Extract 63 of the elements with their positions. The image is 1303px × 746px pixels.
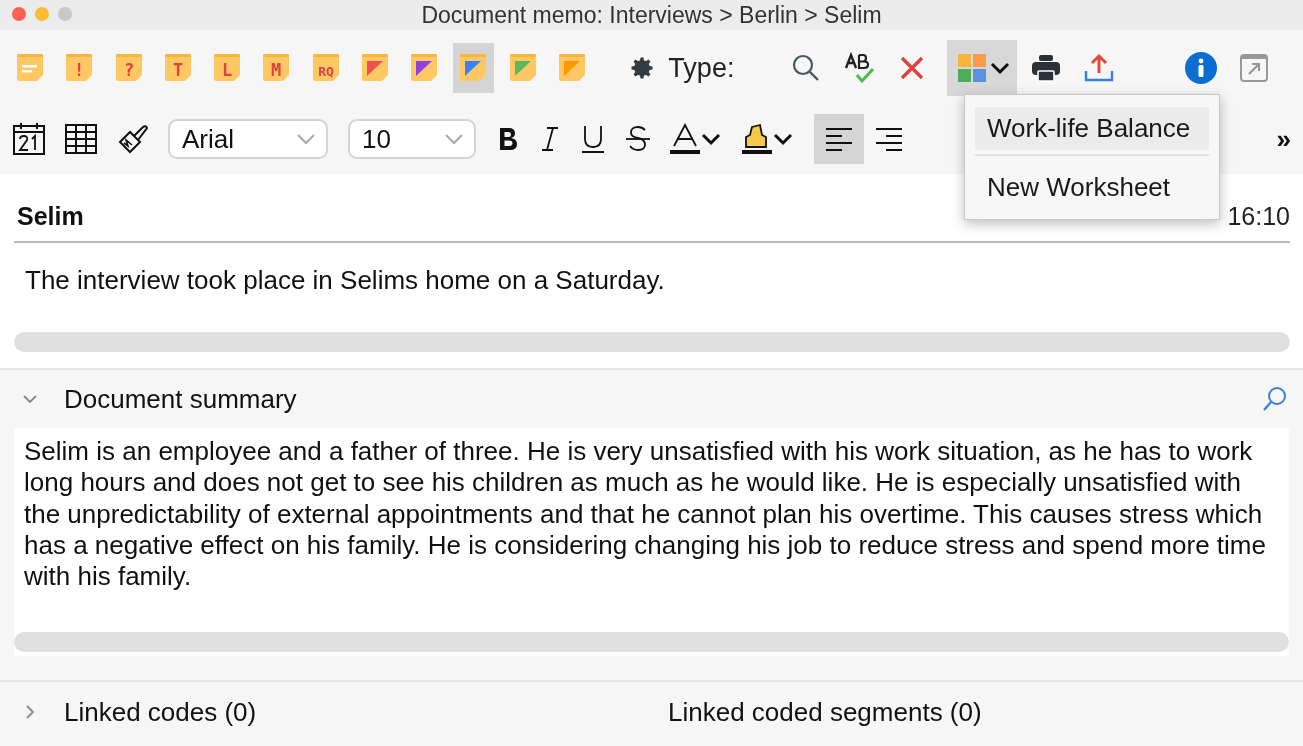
close-button[interactable] (12, 7, 26, 21)
calendar-icon[interactable] (12, 122, 46, 156)
search-icon[interactable] (790, 53, 821, 83)
print-icon[interactable] (1030, 54, 1061, 82)
window-title: Document memo: Interviews > Berlin > Selim (421, 1, 882, 29)
scrollbar[interactable] (14, 332, 1290, 352)
memo-text: The interview took place in Selims home on a Saturday. (25, 265, 666, 296)
table-icon[interactable] (64, 122, 98, 156)
memo-type-button[interactable]: RQ (305, 43, 346, 93)
delete-icon[interactable] (898, 55, 925, 81)
scrollbar[interactable] (14, 632, 1289, 653)
linked-codes-label: Linked codes (0) (64, 697, 258, 728)
memo-type-button[interactable]: M (256, 43, 297, 93)
paintbrush-icon[interactable] (116, 122, 150, 156)
memo-type-button[interactable]: ! (59, 43, 100, 93)
search-icon[interactable] (1261, 385, 1289, 413)
align-right-icon (874, 126, 904, 152)
chevron-down-icon (772, 132, 794, 146)
memo-type-button[interactable] (453, 43, 494, 93)
memo-note-icon: M (261, 53, 292, 83)
memo-title: Selim (17, 202, 84, 231)
memo-note-icon (556, 53, 587, 83)
memo-note-icon (507, 53, 538, 83)
memo-note-icon (359, 53, 390, 83)
chevron-down-icon (700, 132, 722, 146)
underline-icon[interactable] (580, 124, 606, 154)
memo-note-icon: ! (64, 53, 95, 83)
memo-type-button[interactable]: ? (108, 43, 149, 93)
summary-text: Selim is an employee and a father of three. He is very unsatisfied with his work situation, as he has to work long hours and does not get to see his children as much as he would like. He is especially unsatisfied with the unpredictability of external appointments and that he cannot plan his overtime. This causes stress which has a negative effect on his family. He is considering changing his job to reduce stress and spend more time with his family. (24, 436, 1267, 593)
chevron-down-icon (988, 61, 1011, 75)
highlighter-icon (742, 123, 772, 155)
memo-note-icon (458, 53, 489, 83)
info-icon[interactable] (1185, 52, 1218, 84)
memo-timestamp: 16:10 (1227, 202, 1290, 231)
font-size-dropdown[interactable]: 10 (348, 119, 476, 159)
memo-note-icon (409, 53, 440, 83)
export-icon[interactable] (1082, 53, 1115, 83)
section-title: Document summary (64, 383, 297, 415)
memo-note-icon: RQ (310, 53, 341, 83)
menu-item[interactable]: Work-life Balance (975, 107, 1209, 150)
align-left-button[interactable] (814, 114, 864, 164)
menu-item[interactable]: New Worksheet (975, 166, 1209, 209)
memo-note-icon: T (162, 53, 193, 83)
puzzle-icon (956, 53, 987, 83)
text-color-icon (670, 123, 700, 155)
chevron-down-icon (444, 133, 464, 145)
text-color-button[interactable] (670, 123, 722, 155)
spellcheck-icon[interactable] (842, 52, 877, 84)
memo-note-icon: ? (113, 53, 144, 83)
memo-note-icon: L (212, 53, 243, 83)
memo-type-button[interactable]: T (157, 43, 198, 93)
more-tools-button[interactable]: » (1276, 123, 1291, 155)
type-label: Type: (668, 52, 735, 84)
chevron-down-icon (296, 133, 316, 145)
memo-type-button[interactable]: L (207, 43, 248, 93)
align-left-icon (824, 126, 854, 152)
strikethrough-icon[interactable] (624, 125, 652, 153)
font-dropdown[interactable]: Arial (168, 119, 328, 159)
detach-window-icon[interactable] (1239, 53, 1270, 83)
worksheet-button[interactable] (946, 40, 1017, 96)
linked-segments-label: Linked coded segments (0) (668, 697, 982, 728)
highlight-button[interactable] (742, 123, 794, 155)
memo-note-icon (15, 53, 46, 83)
